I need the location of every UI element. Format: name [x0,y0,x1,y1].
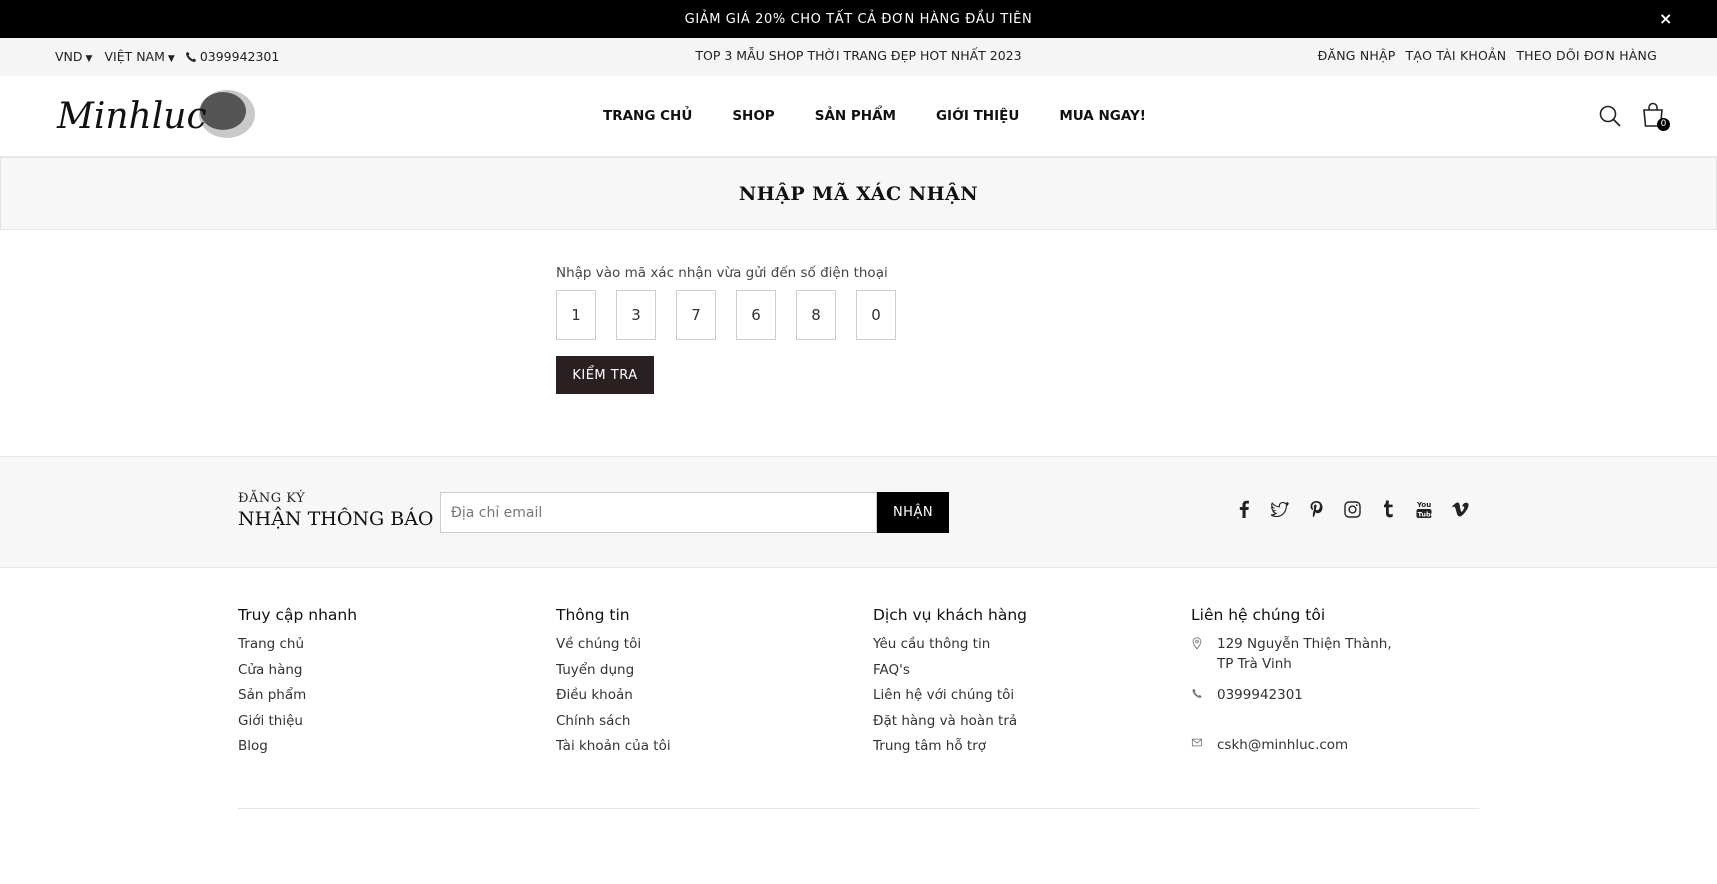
svg-text:Tube: Tube [1418,510,1432,518]
close-icon[interactable]: × [1659,9,1673,28]
newsletter-section: ĐĂNG KÝ NHẬN THÔNG BÁO NHẬN YouTube [0,456,1717,568]
code-digit-input[interactable]: 1 [556,290,596,340]
vimeo-icon[interactable] [1450,499,1470,519]
code-digit-input[interactable]: 6 [736,290,776,340]
pinterest-icon[interactable] [1306,499,1326,519]
site-logo[interactable]: Minhluc [55,89,260,144]
email-field[interactable] [440,492,877,533]
facebook-icon[interactable] [1234,499,1254,519]
address-line-2: TP Trà Vinh [1217,656,1292,672]
youtube-icon[interactable]: YouTube [1414,499,1434,519]
footer-col-title: Truy cập nhanh [238,606,358,624]
verification-form: Nhập vào mã xác nhận vừa gửi đến số điện… [556,265,956,394]
footer-link-support-center[interactable]: Trung tâm hỗ trợ [873,738,1027,764]
nav-item-about[interactable]: GIỚI THIỆU [936,108,1019,124]
top-bar: VND ▼ VIỆT NAM ▼ 0399942301 TOP 3 MẪU SHOP… [0,38,1717,76]
newsletter-subtitle: ĐĂNG KÝ [238,491,306,506]
topbar-announcement[interactable]: TOP 3 MẪU SHOP THỜI TRANG ĐẸP HOT NHẤT 2… [695,48,1021,63]
caret-down-icon: ▼ [167,54,175,64]
footer-link-careers[interactable]: Tuyển dụng [556,662,671,688]
newsletter-title: NHẬN THÔNG BÁO [238,508,434,530]
page-title-bar: NHẬP MÃ XÁC NHẬN [0,157,1717,230]
footer-col-contact: Liên hệ chúng tôi 129 Nguyễn Thiện Thành… [1191,606,1392,755]
phone-link[interactable]: 0399942301 [185,49,280,64]
footer-link-contact[interactable]: Liên hệ với chúng tôi [873,687,1027,713]
logo-text: Minhluc [56,96,207,137]
instagram-icon[interactable] [1342,499,1362,519]
cart-button[interactable]: 0 [1641,102,1670,131]
svg-text:You: You [1416,501,1431,509]
login-link[interactable]: ĐĂNG NHẬP [1318,48,1396,63]
code-digit-input[interactable]: 0 [856,290,896,340]
country-selector[interactable]: VIỆT NAM ▼ [104,49,174,64]
contact-phone: 0399942301 [1191,685,1392,705]
page-title: NHẬP MÃ XÁC NHẬN [738,182,979,205]
track-order-link[interactable]: THEO DÕI ĐƠN HÀNG [1516,48,1657,63]
register-link[interactable]: TẠO TÀI KHOẢN [1406,48,1507,63]
phone-icon [1192,688,1202,699]
footer-link-about[interactable]: Giới thiệu [238,713,357,739]
subscribe-button[interactable]: NHẬN [877,492,949,533]
address-line-1: 129 Nguyễn Thiện Thành, [1217,636,1392,652]
footer-col-quick-access: Truy cập nhanh Trang chủ Cửa hàng Sản ph… [238,606,357,764]
footer-col-title: Dịch vụ khách hàng [873,606,1027,624]
contact-email-address[interactable]: cskh@minhluc.com [1217,735,1348,755]
currency-label: VND [55,49,83,64]
nav-item-buy-now[interactable]: MUA NGAY! [1059,108,1146,124]
nav-item-products[interactable]: SẢN PHẨM [815,108,896,124]
footer-link-info-request[interactable]: Yêu cầu thông tin [873,636,1027,662]
code-digit-input[interactable]: 3 [616,290,656,340]
site-header: Minhluc TRANG CHỦ SHOP SẢN PHẨM GIỚI THI… [0,76,1717,157]
nav-item-shop[interactable]: SHOP [732,108,774,124]
footer-link-terms[interactable]: Điều khoản [556,687,671,713]
footer-link-blog[interactable]: Blog [238,738,357,764]
nav-item-home[interactable]: TRANG CHỦ [603,108,692,124]
cart-count-badge: 0 [1657,118,1670,131]
footer-col-service: Dịch vụ khách hàng Yêu cầu thông tin FAQ… [873,606,1027,764]
promo-bar: GIẢM GIÁ 20% CHO TẤT CẢ ĐƠN HÀNG ĐẦU TIÊ… [0,0,1717,38]
footer-col-info: Thông tin Về chúng tôi Tuyển dụng Điều k… [556,606,671,764]
check-button[interactable]: KIỂM TRA [556,356,654,394]
footer-link-products[interactable]: Sản phẩm [238,687,357,713]
map-pin-icon [1192,637,1202,650]
code-digit-input[interactable]: 8 [796,290,836,340]
footer-link-faq[interactable]: FAQ's [873,662,1027,688]
footer-link-policy[interactable]: Chính sách [556,713,671,739]
caret-down-icon: ▼ [85,54,93,64]
contact-address: 129 Nguyễn Thiện Thành, TP Trà Vinh [1191,634,1392,674]
footer-divider [238,808,1479,809]
code-input-group: 1 3 7 6 8 0 [556,290,956,340]
envelope-icon [1191,738,1203,747]
country-label: VIỆT NAM [104,49,165,64]
search-icon[interactable] [1599,105,1621,127]
footer-link-store[interactable]: Cửa hàng [238,662,357,688]
footer-link-home[interactable]: Trang chủ [238,636,357,662]
phone-icon [185,51,196,62]
promo-text: GIẢM GIÁ 20% CHO TẤT CẢ ĐƠN HÀNG ĐẦU TIÊ… [684,11,1033,27]
verification-hint: Nhập vào mã xác nhận vừa gửi đến số điện… [556,265,888,281]
currency-selector[interactable]: VND ▼ [55,49,92,64]
main-nav: TRANG CHỦ SHOP SẢN PHẨM GIỚI THIỆU MUA N… [603,108,1146,124]
tumblr-icon[interactable] [1378,499,1398,519]
footer-link-orders-returns[interactable]: Đặt hàng và hoàn trả [873,713,1027,739]
footer-col-title: Liên hệ chúng tôi [1191,606,1326,624]
code-digit-input[interactable]: 7 [676,290,716,340]
footer-col-title: Thông tin [556,606,630,624]
contact-phone-number[interactable]: 0399942301 [1217,685,1303,705]
footer-link-my-account[interactable]: Tài khoản của tôi [556,738,671,764]
contact-email: cskh@minhluc.com [1191,735,1392,755]
social-links: YouTube [1234,499,1470,519]
twitter-icon[interactable] [1270,499,1290,519]
footer-link-about-us[interactable]: Về chúng tôi [556,636,671,662]
phone-number: 0399942301 [199,49,280,64]
